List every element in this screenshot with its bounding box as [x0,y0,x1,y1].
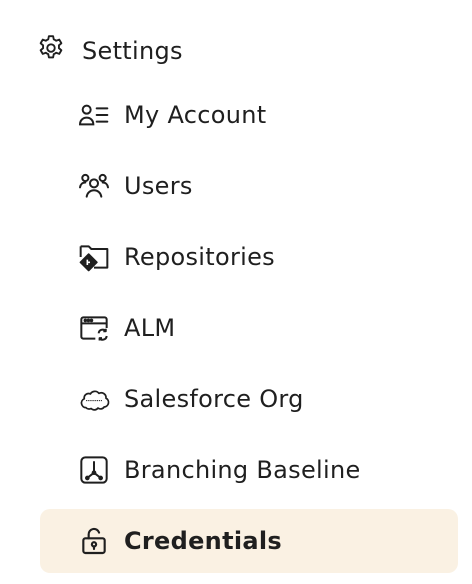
settings-title: Settings [82,37,183,65]
nav-item-salesforce-org[interactable]: Salesforce Org [40,367,458,431]
nav-item-label: Repositories [124,243,275,271]
lock-icon [78,525,110,557]
nav-item-label: Salesforce Org [124,385,304,413]
nav-item-branching-baseline[interactable]: Branching Baseline [40,438,458,502]
repository-icon [78,241,110,273]
users-icon [78,170,110,202]
settings-header[interactable]: Settings [36,34,183,68]
salesforce-cloud-icon [78,383,110,415]
nav-item-label: Credentials [124,527,282,555]
branching-icon [78,454,110,486]
alm-window-icon [78,312,110,344]
account-list-icon [78,99,110,131]
nav-item-repositories[interactable]: Repositories [40,225,458,289]
nav-item-alm[interactable]: ALM [40,296,458,360]
gear-icon [36,33,66,69]
nav-item-label: ALM [124,314,176,342]
nav-item-credentials[interactable]: Credentials [40,509,458,573]
nav-item-my-account[interactable]: My Account [40,83,458,147]
nav-item-label: Users [124,172,193,200]
nav-item-label: My Account [124,101,267,129]
nav-item-label: Branching Baseline [124,456,361,484]
nav-item-users[interactable]: Users [40,154,458,218]
